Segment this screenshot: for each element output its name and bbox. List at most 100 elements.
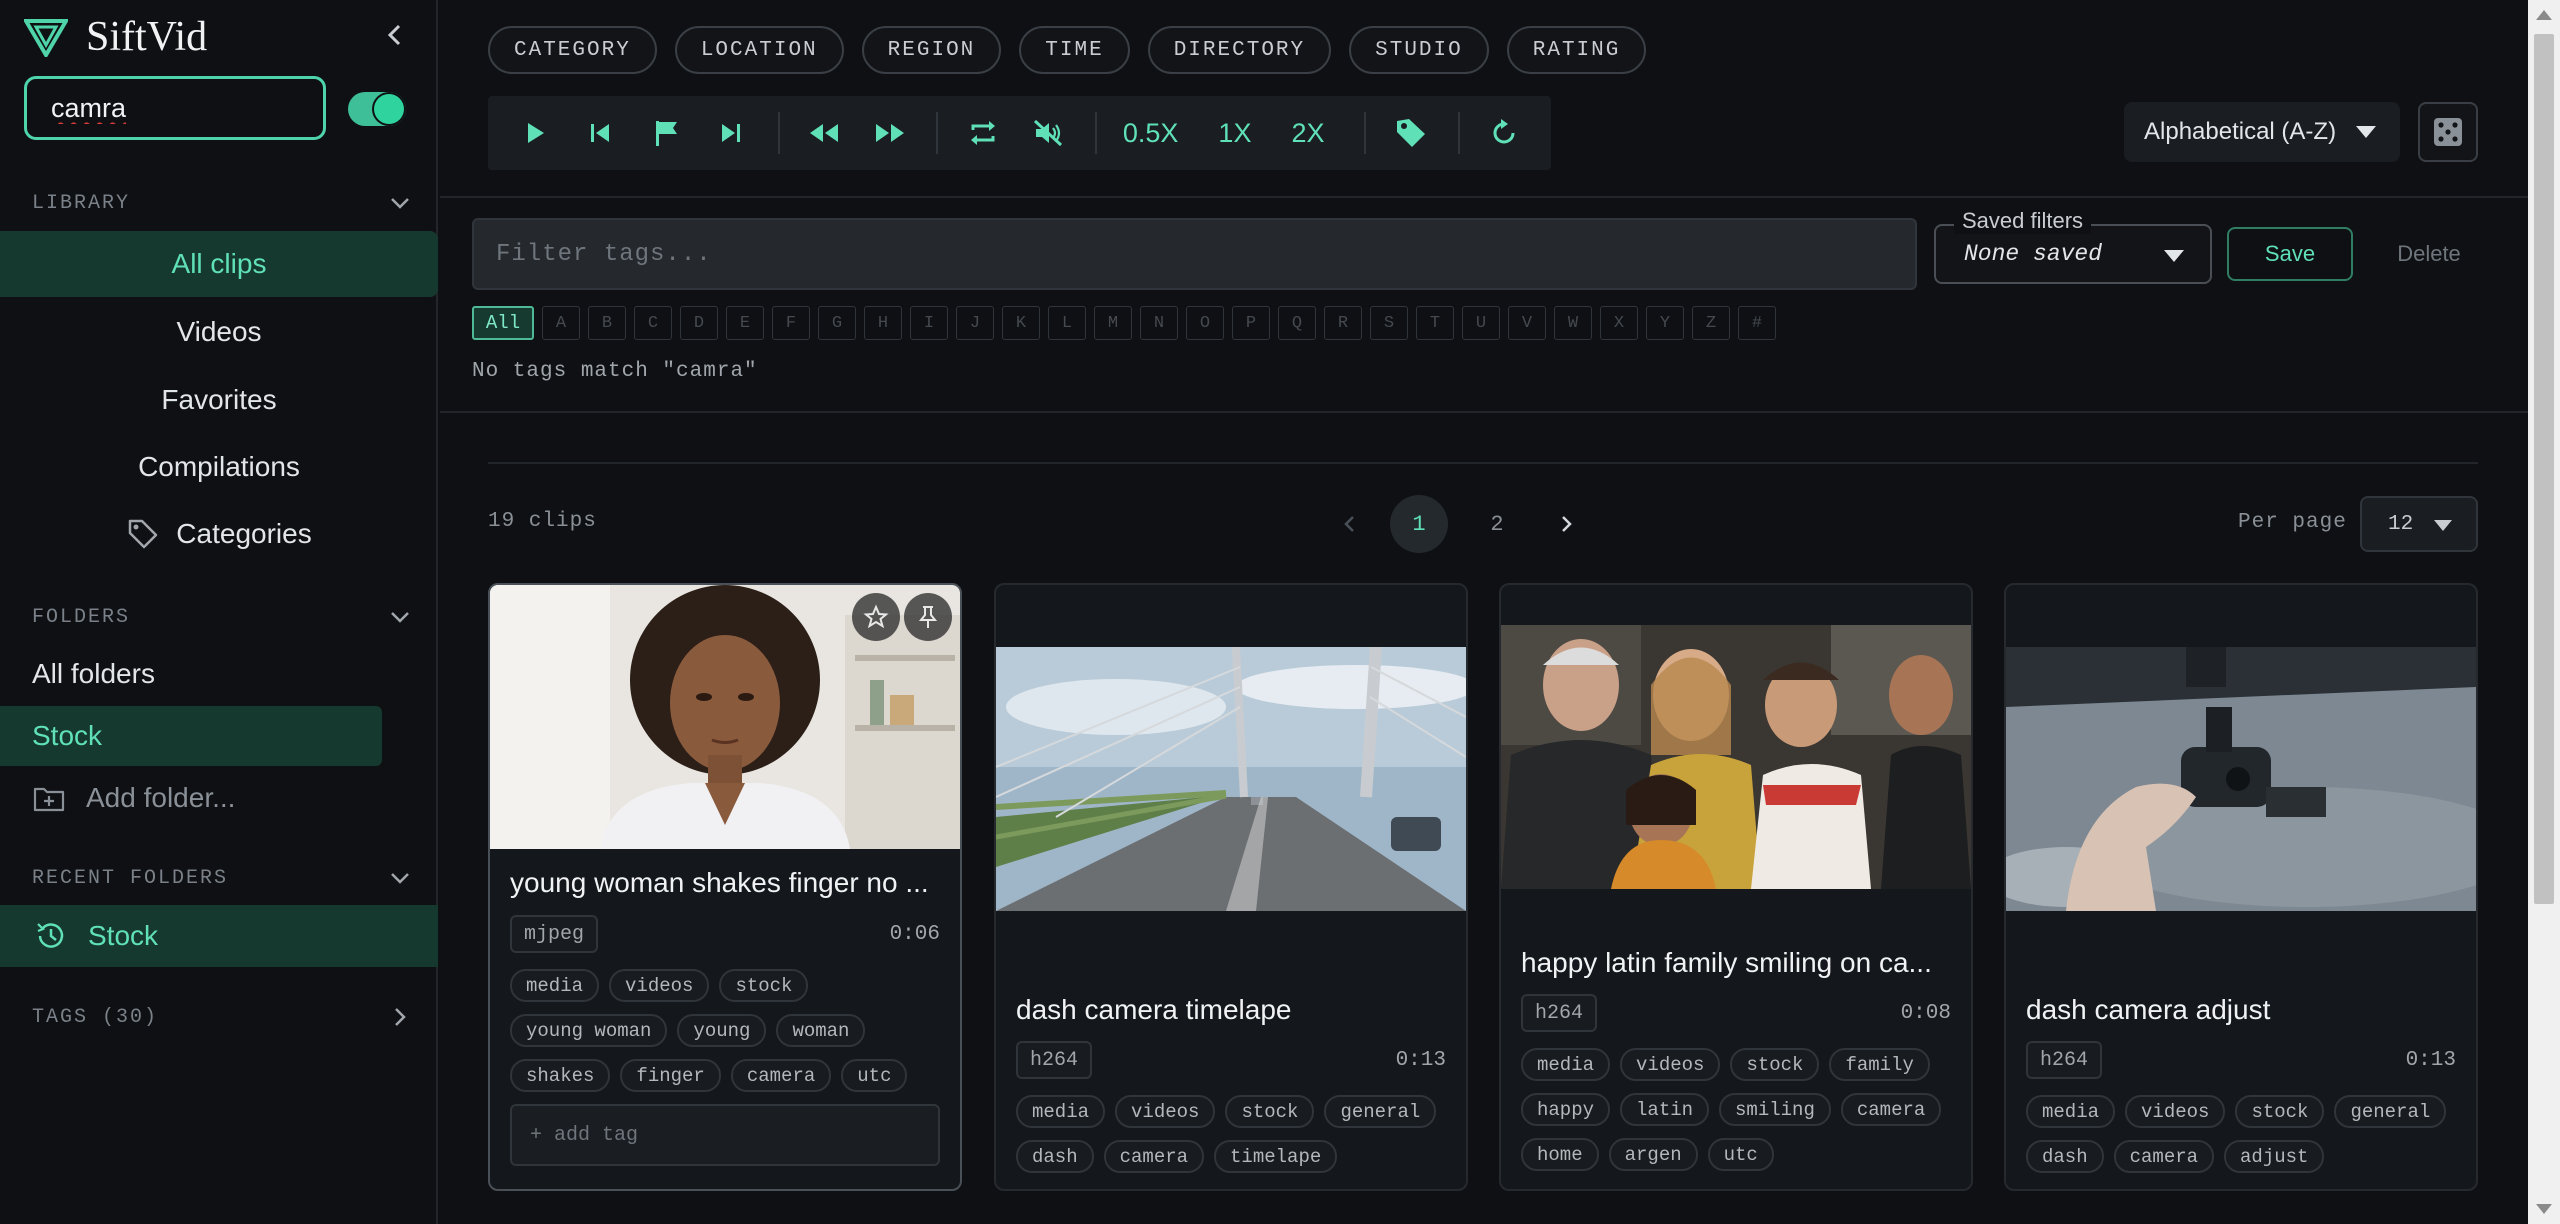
letter-filter-button[interactable]: C (634, 306, 672, 340)
tag-chip[interactable]: dash (1016, 1140, 1094, 1173)
clip-thumbnail[interactable] (2006, 647, 2476, 911)
tag-chip[interactable]: stock (1225, 1095, 1315, 1128)
clip-card[interactable]: dash camera adjust h264 0:13 media video… (2004, 583, 2478, 1191)
letter-filter-button[interactable]: J (956, 306, 994, 340)
sidebar-item-videos[interactable]: Videos (0, 299, 438, 365)
page-scrollbar[interactable] (2528, 0, 2560, 1224)
tag-chip[interactable]: family (1829, 1048, 1930, 1081)
letter-filter-button[interactable]: V (1508, 306, 1546, 340)
clip-card[interactable]: happy latin family smiling on ca... h264… (1499, 583, 1973, 1191)
letter-filter-button[interactable]: R (1324, 306, 1362, 340)
mute-button[interactable] (1030, 113, 1067, 153)
letter-filter-button[interactable]: F (772, 306, 810, 340)
scroll-up-icon[interactable] (2536, 10, 2552, 20)
search-toggle[interactable] (348, 92, 406, 126)
letter-filter-button[interactable]: P (1232, 306, 1270, 340)
flag-button[interactable] (647, 113, 684, 153)
tag-chip[interactable]: utc (841, 1059, 908, 1092)
app-logo[interactable]: SiftVid (24, 12, 207, 62)
chip-location[interactable]: LOCATION (674, 26, 844, 74)
clip-title[interactable]: young woman shakes finger no ... (510, 867, 940, 899)
add-folder-button[interactable]: Add folder... (0, 768, 235, 828)
chip-category[interactable]: CATEGORY (488, 26, 657, 74)
letter-filter-button[interactable]: E (726, 306, 764, 340)
letter-filter-all[interactable]: All (472, 306, 534, 340)
folder-item-all-folders[interactable]: All folders (0, 644, 155, 704)
add-tag-input[interactable]: + add tag (510, 1104, 940, 1166)
next-button[interactable] (712, 113, 749, 153)
letter-filter-button[interactable]: W (1554, 306, 1592, 340)
tag-chip[interactable]: videos (2125, 1095, 2226, 1128)
pin-button[interactable] (904, 593, 952, 641)
sidebar-item-compilations[interactable]: Compilations (0, 434, 438, 500)
tag-chip[interactable]: camera (1840, 1093, 1942, 1126)
letter-filter-button[interactable]: B (588, 306, 626, 340)
tag-chip[interactable]: media (1521, 1048, 1611, 1081)
tag-chip[interactable]: media (510, 969, 600, 1002)
folders-section-header[interactable]: FOLDERS (32, 602, 412, 632)
chip-time[interactable]: TIME (1019, 26, 1130, 74)
tag-filter-field[interactable] (472, 218, 1917, 290)
tag-chip[interactable]: videos (1115, 1095, 1216, 1128)
per-page-select[interactable]: 12 (2360, 496, 2478, 552)
tag-chip[interactable]: camera (1103, 1140, 1205, 1173)
clip-card[interactable]: dash camera timelape h264 0:13 media vid… (994, 583, 1468, 1191)
page-1-button[interactable]: 1 (1390, 495, 1448, 553)
tag-button[interactable] (1392, 113, 1429, 153)
tag-chip[interactable]: media (1016, 1095, 1106, 1128)
letter-filter-button[interactable]: U (1462, 306, 1500, 340)
tag-chip[interactable]: young (677, 1014, 767, 1047)
letter-filter-button[interactable]: G (818, 306, 856, 340)
letter-filter-button[interactable]: X (1600, 306, 1638, 340)
tag-filter-input[interactable] (496, 240, 1893, 268)
tag-chip[interactable]: videos (1620, 1048, 1721, 1081)
refresh-button[interactable] (1486, 113, 1523, 153)
random-clip-button[interactable] (2418, 102, 2478, 162)
letter-filter-button[interactable]: Q (1278, 306, 1316, 340)
sort-select[interactable]: Alphabetical (A-Z) (2124, 102, 2400, 162)
clip-title[interactable]: dash camera adjust (2026, 994, 2456, 1026)
letter-filter-button[interactable]: # (1738, 306, 1776, 340)
clip-thumbnail[interactable] (490, 585, 960, 849)
prev-page-button[interactable] (1330, 504, 1370, 544)
chip-directory[interactable]: DIRECTORY (1147, 26, 1332, 74)
letter-filter-button[interactable]: N (1140, 306, 1178, 340)
letter-filter-button[interactable]: K (1002, 306, 1040, 340)
tag-chip[interactable]: young woman (510, 1014, 668, 1047)
letter-filter-button[interactable]: T (1416, 306, 1454, 340)
folder-item-stock[interactable]: Stock (0, 706, 382, 766)
recent-folders-section-header[interactable]: RECENT FOLDERS (32, 863, 412, 893)
letter-filter-button[interactable]: M (1094, 306, 1132, 340)
letter-filter-button[interactable]: I (910, 306, 948, 340)
tag-chip[interactable]: shakes (510, 1059, 611, 1092)
delete-filter-button[interactable]: Delete (2376, 227, 2482, 281)
sidebar-item-favorites[interactable]: Favorites (0, 367, 438, 433)
tag-chip[interactable]: general (1324, 1095, 1437, 1128)
clip-title[interactable]: dash camera timelape (1016, 994, 1446, 1026)
speed-double-button[interactable]: 2X (1291, 118, 1324, 149)
library-section-header[interactable]: LIBRARY (32, 188, 412, 218)
tag-chip[interactable]: timelape (1214, 1140, 1338, 1173)
chip-studio[interactable]: STUDIO (1349, 26, 1489, 74)
tag-chip[interactable]: stock (2235, 1095, 2325, 1128)
tag-chip[interactable]: stock (1730, 1048, 1820, 1081)
scrollbar-thumb[interactable] (2534, 34, 2554, 904)
tag-chip[interactable]: woman (776, 1014, 866, 1047)
letter-filter-button[interactable]: A (542, 306, 580, 340)
tags-section-header[interactable]: TAGS (30) (32, 1002, 412, 1032)
next-page-button[interactable] (1546, 504, 1586, 544)
tag-chip[interactable]: happy (1521, 1093, 1611, 1126)
tag-chip[interactable]: argen (1608, 1138, 1698, 1171)
rewind-button[interactable] (806, 113, 843, 153)
clip-thumbnail[interactable] (1501, 625, 1971, 889)
tag-chip[interactable]: media (2026, 1095, 2116, 1128)
fast-forward-button[interactable] (871, 113, 908, 153)
letter-filter-button[interactable]: Y (1646, 306, 1684, 340)
speed-half-button[interactable]: 0.5X (1123, 118, 1179, 149)
collapse-sidebar-button[interactable] (380, 20, 410, 50)
search-input[interactable] (51, 92, 299, 124)
sidebar-item-all-clips[interactable]: All clips (0, 231, 438, 297)
chip-region[interactable]: REGION (861, 26, 1002, 74)
letter-filter-button[interactable]: Z (1692, 306, 1730, 340)
letter-filter-button[interactable]: H (864, 306, 902, 340)
